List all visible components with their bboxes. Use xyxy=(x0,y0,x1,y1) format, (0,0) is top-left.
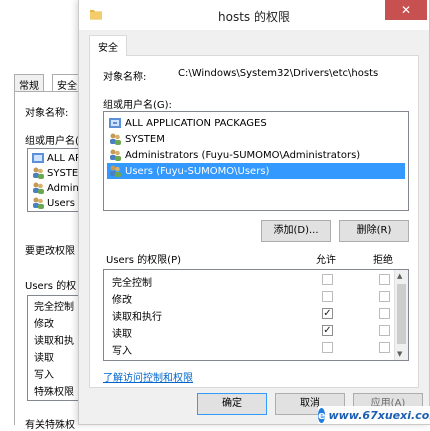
scroll-down-icon[interactable]: ▼ xyxy=(397,350,402,358)
background-panel: 对象名称: 组或用户名( ALL AP SYSTEM Admini Users … xyxy=(14,91,87,431)
perm-header: Users 的权限(P) 允许 拒绝 xyxy=(103,251,409,269)
remove-button[interactable]: 删除(R) xyxy=(339,220,409,242)
perm-name: 读取 xyxy=(112,329,132,340)
group-name: SYSTEM xyxy=(125,133,165,145)
group-list-label: 组或用户名(G): xyxy=(103,100,172,111)
object-name-value: C:\Windows\System32\Drivers\etc\hosts xyxy=(178,68,379,79)
bg-list-label: ALL AP xyxy=(47,152,82,164)
list-item[interactable]: ALL APPLICATION PACKAGES xyxy=(107,115,405,131)
dialog-title: hosts 的权限 xyxy=(218,10,290,24)
deny-checkbox[interactable] xyxy=(379,308,390,319)
background-properties-dialog: 常规 安全 对象名称: 组或用户名( ALL AP SYSTEM Admini … xyxy=(0,0,87,431)
allow-checkbox[interactable]: ✓ xyxy=(322,308,333,319)
watermark-text: www.67xuexi.com xyxy=(328,408,430,422)
close-button[interactable]: ✕ xyxy=(385,0,427,20)
deny-checkbox[interactable] xyxy=(379,291,390,302)
users-icon xyxy=(110,165,121,177)
allow-checkbox[interactable]: ✓ xyxy=(322,325,333,336)
security-panel: 对象名称: C:\Windows\System32\Drivers\etc\ho… xyxy=(89,55,419,388)
scroll-up-icon[interactable]: ▲ xyxy=(397,272,402,280)
perm-name: 完全控制 xyxy=(112,278,152,289)
users-icon xyxy=(33,197,44,209)
list-item-selected[interactable]: Users (Fuyu-SUMOMO\Users) xyxy=(107,163,405,179)
list-item[interactable]: ALL AP xyxy=(31,151,81,165)
perm-scrollbar[interactable]: ▲ ▼ xyxy=(394,270,408,360)
bg-object-label: 对象名称: xyxy=(25,108,69,119)
add-button[interactable]: 添加(D)... xyxy=(261,220,331,242)
list-item[interactable]: Admini xyxy=(31,181,82,195)
perm-name: 写入 xyxy=(112,346,132,357)
site-watermark: e www.67xuexi.com xyxy=(318,406,430,424)
allow-checkbox[interactable] xyxy=(322,342,333,353)
deny-header: 拒绝 xyxy=(373,255,393,266)
table-row: 修改 xyxy=(104,289,394,306)
bg-list-label: Admini xyxy=(47,182,82,194)
permissions-list: 完全控制 修改 读取和执行 ✓ 读取 ✓ 写入 ▲ ▼ xyxy=(103,269,409,361)
permissions-dialog: hosts 的权限 ✕ 安全 对象名称: C:\Windows\System32… xyxy=(78,0,430,425)
close-icon: ✕ xyxy=(400,3,412,17)
users-icon xyxy=(110,149,121,161)
list-item[interactable]: SYSTEM xyxy=(107,131,405,147)
table-row: 完全控制 xyxy=(104,272,394,289)
perm-name: 读取和执行 xyxy=(112,312,162,323)
allow-checkbox[interactable] xyxy=(322,291,333,302)
access-control-link[interactable]: 了解访问控制和权限 xyxy=(103,369,193,384)
bg-list-label: Users ( xyxy=(47,197,83,209)
perm-name: 修改 xyxy=(112,295,132,306)
deny-checkbox[interactable] xyxy=(379,342,390,353)
group-name: ALL APPLICATION PACKAGES xyxy=(125,117,267,129)
users-icon xyxy=(33,182,44,194)
bg-footer-text: 有关特殊权 xyxy=(25,420,75,431)
deny-checkbox[interactable] xyxy=(379,274,390,285)
group-list[interactable]: ALL APPLICATION PACKAGES SYSTEM Administ… xyxy=(103,111,409,211)
table-row: 读取和执行 ✓ xyxy=(104,306,394,323)
users-icon xyxy=(33,167,44,179)
tab-security[interactable]: 安全 xyxy=(89,35,127,56)
bg-group-label: 组或用户名( xyxy=(25,136,79,147)
title-bar[interactable]: hosts 的权限 ✕ xyxy=(79,0,429,30)
bg-perm-item: 读取和执 xyxy=(34,336,74,347)
perm-header-label: Users 的权限(P) xyxy=(106,255,182,266)
watermark-logo-icon: e xyxy=(318,407,326,423)
bg-perms-label: Users 的权 xyxy=(25,281,77,292)
bg-tab-general[interactable]: 常规 xyxy=(14,74,44,92)
allow-header: 允许 xyxy=(316,255,336,266)
users-icon xyxy=(110,133,121,145)
bg-change-text: 要更改权限 xyxy=(25,246,75,257)
list-item[interactable]: Administrators (Fuyu-SUMOMO\Administrato… xyxy=(107,147,405,163)
bg-perm-item: 读取 xyxy=(34,353,54,364)
bg-perm-item: 特殊权限 xyxy=(34,387,74,398)
object-name-label: 对象名称: xyxy=(103,72,147,83)
table-row: 读取 ✓ xyxy=(104,323,394,340)
list-item[interactable]: Users ( xyxy=(31,196,82,210)
bg-perm-item: 修改 xyxy=(34,319,54,330)
package-icon xyxy=(32,153,44,163)
scroll-thumb[interactable] xyxy=(397,284,406,344)
package-icon xyxy=(109,118,121,128)
bg-perm-item: 完全控制 xyxy=(34,302,74,313)
allow-checkbox[interactable] xyxy=(322,274,333,285)
group-name: Users (Fuyu-SUMOMO\Users) xyxy=(125,165,270,177)
ok-button[interactable]: 确定 xyxy=(197,393,267,415)
table-row: 写入 xyxy=(104,340,394,357)
group-name: Administrators (Fuyu-SUMOMO\Administrato… xyxy=(125,149,361,161)
deny-checkbox[interactable] xyxy=(379,325,390,336)
bg-perm-item: 写入 xyxy=(34,370,54,381)
